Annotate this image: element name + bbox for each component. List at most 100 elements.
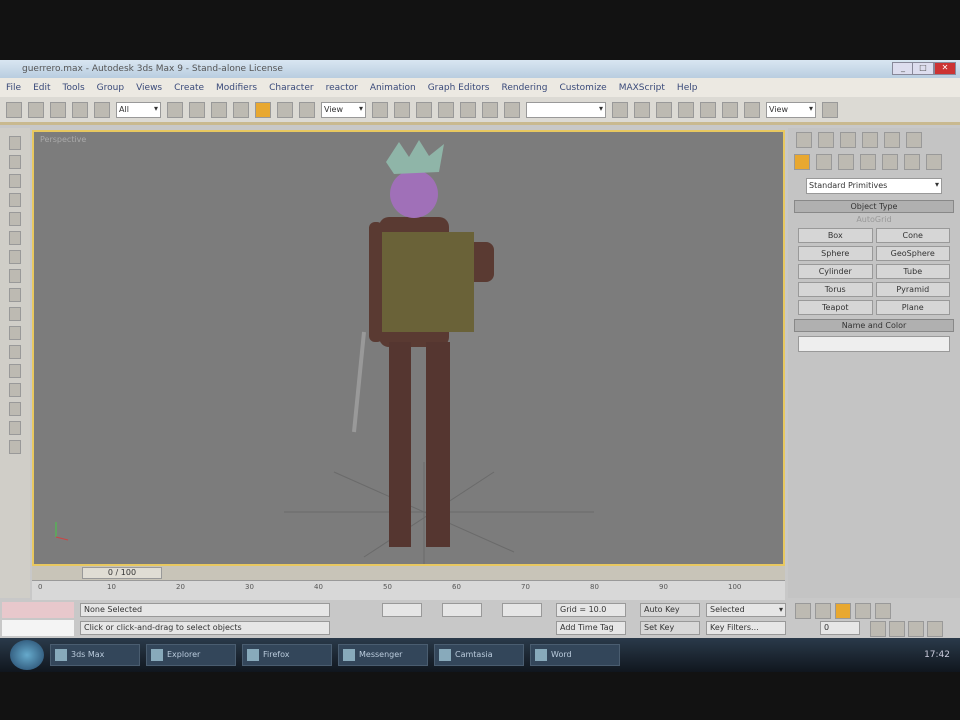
reactor-toy-car-icon[interactable]: [9, 326, 21, 340]
align-icon[interactable]: [634, 101, 650, 118]
menu-edit[interactable]: Edit: [33, 83, 50, 93]
reactor-fracture-icon[interactable]: [9, 345, 21, 359]
reactor-plane-icon[interactable]: [9, 231, 21, 245]
plane-button[interactable]: Plane: [875, 300, 950, 315]
motion-tab-icon[interactable]: [862, 132, 878, 148]
hierarchy-tab-icon[interactable]: [840, 132, 856, 148]
reactor-cloth-icon[interactable]: [9, 155, 21, 169]
close-button[interactable]: ✕: [934, 62, 956, 75]
redo-icon[interactable]: [28, 101, 44, 118]
menu-customize[interactable]: Customize: [559, 83, 606, 93]
menu-maxscript[interactable]: MAXScript: [619, 83, 665, 93]
cylinder-button[interactable]: Cylinder: [798, 264, 873, 279]
orbit-icon[interactable]: [908, 621, 924, 637]
sphere-button[interactable]: Sphere: [798, 246, 873, 261]
pan-icon[interactable]: [889, 621, 905, 637]
menu-rendering[interactable]: Rendering: [502, 83, 548, 93]
pivot-icon[interactable]: [372, 101, 388, 118]
select-move-icon[interactable]: [255, 101, 271, 118]
start-button[interactable]: [10, 640, 44, 670]
add-time-tag[interactable]: Add Time Tag: [556, 621, 626, 635]
cone-button[interactable]: Cone: [875, 228, 950, 243]
create-tab-icon[interactable]: [796, 132, 812, 148]
key-mode-dropdown[interactable]: Selected: [706, 603, 786, 617]
reactor-motor-icon[interactable]: [9, 288, 21, 302]
cameras-icon[interactable]: [860, 154, 876, 170]
minimize-button[interactable]: _: [892, 62, 914, 75]
menu-graph-editors[interactable]: Graph Editors: [428, 83, 490, 93]
torus-button[interactable]: Torus: [798, 282, 873, 297]
render-scene-icon[interactable]: [744, 101, 760, 118]
taskbar-item[interactable]: Word: [530, 644, 620, 666]
previous-frame-icon[interactable]: [815, 603, 831, 619]
shapes-icon[interactable]: [816, 154, 832, 170]
utilities-tab-icon[interactable]: [906, 132, 922, 148]
primitive-category-dropdown[interactable]: Standard Primitives: [806, 178, 942, 194]
menu-help[interactable]: Help: [677, 83, 698, 93]
schematic-view-icon[interactable]: [700, 101, 716, 118]
angle-snap-icon[interactable]: [438, 101, 454, 118]
name-and-color-rollout[interactable]: Name and Color: [794, 319, 954, 332]
menu-group[interactable]: Group: [97, 83, 124, 93]
taskbar-item[interactable]: Messenger: [338, 644, 428, 666]
next-frame-icon[interactable]: [855, 603, 871, 619]
modify-tab-icon[interactable]: [818, 132, 834, 148]
reactor-preview-icon[interactable]: [9, 402, 21, 416]
menu-modifiers[interactable]: Modifiers: [216, 83, 257, 93]
maximize-viewport-icon[interactable]: [927, 621, 943, 637]
spinner-snap-icon[interactable]: [482, 101, 498, 118]
taskbar-item[interactable]: Firefox: [242, 644, 332, 666]
teapot-button[interactable]: Teapot: [798, 300, 873, 315]
maxscript-mini-listener[interactable]: [2, 620, 74, 636]
maxscript-listener[interactable]: [2, 602, 74, 618]
menu-character[interactable]: Character: [269, 83, 313, 93]
lights-icon[interactable]: [838, 154, 854, 170]
time-slider[interactable]: 0 / 100: [32, 566, 785, 580]
geosphere-button[interactable]: GeoSphere: [875, 246, 950, 261]
selection-filter-dropdown[interactable]: All: [116, 101, 161, 118]
manipulate-icon[interactable]: [394, 101, 410, 118]
select-rotate-icon[interactable]: [277, 101, 293, 118]
reference-coord-dropdown[interactable]: View: [321, 101, 366, 118]
x-coordinate-field[interactable]: [382, 603, 422, 617]
geometry-icon[interactable]: [794, 154, 810, 170]
tube-button[interactable]: Tube: [875, 264, 950, 279]
go-to-end-icon[interactable]: [875, 603, 891, 619]
reactor-wind-icon[interactable]: [9, 307, 21, 321]
reactor-water-icon[interactable]: [9, 364, 21, 378]
reactor-create-animation-icon[interactable]: [9, 440, 21, 454]
reactor-softbody-icon[interactable]: [9, 174, 21, 188]
set-key-button[interactable]: Set Key: [640, 621, 700, 635]
reactor-hinge-icon[interactable]: [9, 269, 21, 283]
autogrid-checkbox[interactable]: AutoGrid: [788, 215, 960, 224]
menu-animation[interactable]: Animation: [370, 83, 416, 93]
y-coordinate-field[interactable]: [442, 603, 482, 617]
track-bar[interactable]: 0 10 20 30 40 50 60 70 80 90 100: [32, 580, 785, 600]
maximize-button[interactable]: □: [912, 62, 934, 75]
reactor-deforming-mesh-icon[interactable]: [9, 212, 21, 226]
key-filters-button[interactable]: Key Filters...: [706, 621, 786, 635]
systems-icon[interactable]: [926, 154, 942, 170]
bind-space-warp-icon[interactable]: [94, 101, 110, 118]
curve-editor-icon[interactable]: [678, 101, 694, 118]
select-object-icon[interactable]: [167, 101, 183, 118]
menu-file[interactable]: File: [6, 83, 21, 93]
box-button[interactable]: Box: [798, 228, 873, 243]
menu-views[interactable]: Views: [136, 83, 162, 93]
snaps-toggle-icon[interactable]: [416, 101, 432, 118]
undo-icon[interactable]: [6, 101, 22, 118]
taskbar-item[interactable]: Camtasia: [434, 644, 524, 666]
percent-snap-icon[interactable]: [460, 101, 476, 118]
named-selection-dropdown[interactable]: [526, 101, 606, 118]
go-to-start-icon[interactable]: [795, 603, 811, 619]
space-warps-icon[interactable]: [904, 154, 920, 170]
unlink-icon[interactable]: [72, 101, 88, 118]
mirror-icon[interactable]: [612, 101, 628, 118]
material-editor-icon[interactable]: [722, 101, 738, 118]
z-coordinate-field[interactable]: [502, 603, 542, 617]
link-icon[interactable]: [50, 101, 66, 118]
zoom-icon[interactable]: [870, 621, 886, 637]
taskbar-item[interactable]: 3ds Max: [50, 644, 140, 666]
rectangular-selection-icon[interactable]: [211, 101, 227, 118]
current-frame-field[interactable]: 0: [820, 621, 860, 635]
